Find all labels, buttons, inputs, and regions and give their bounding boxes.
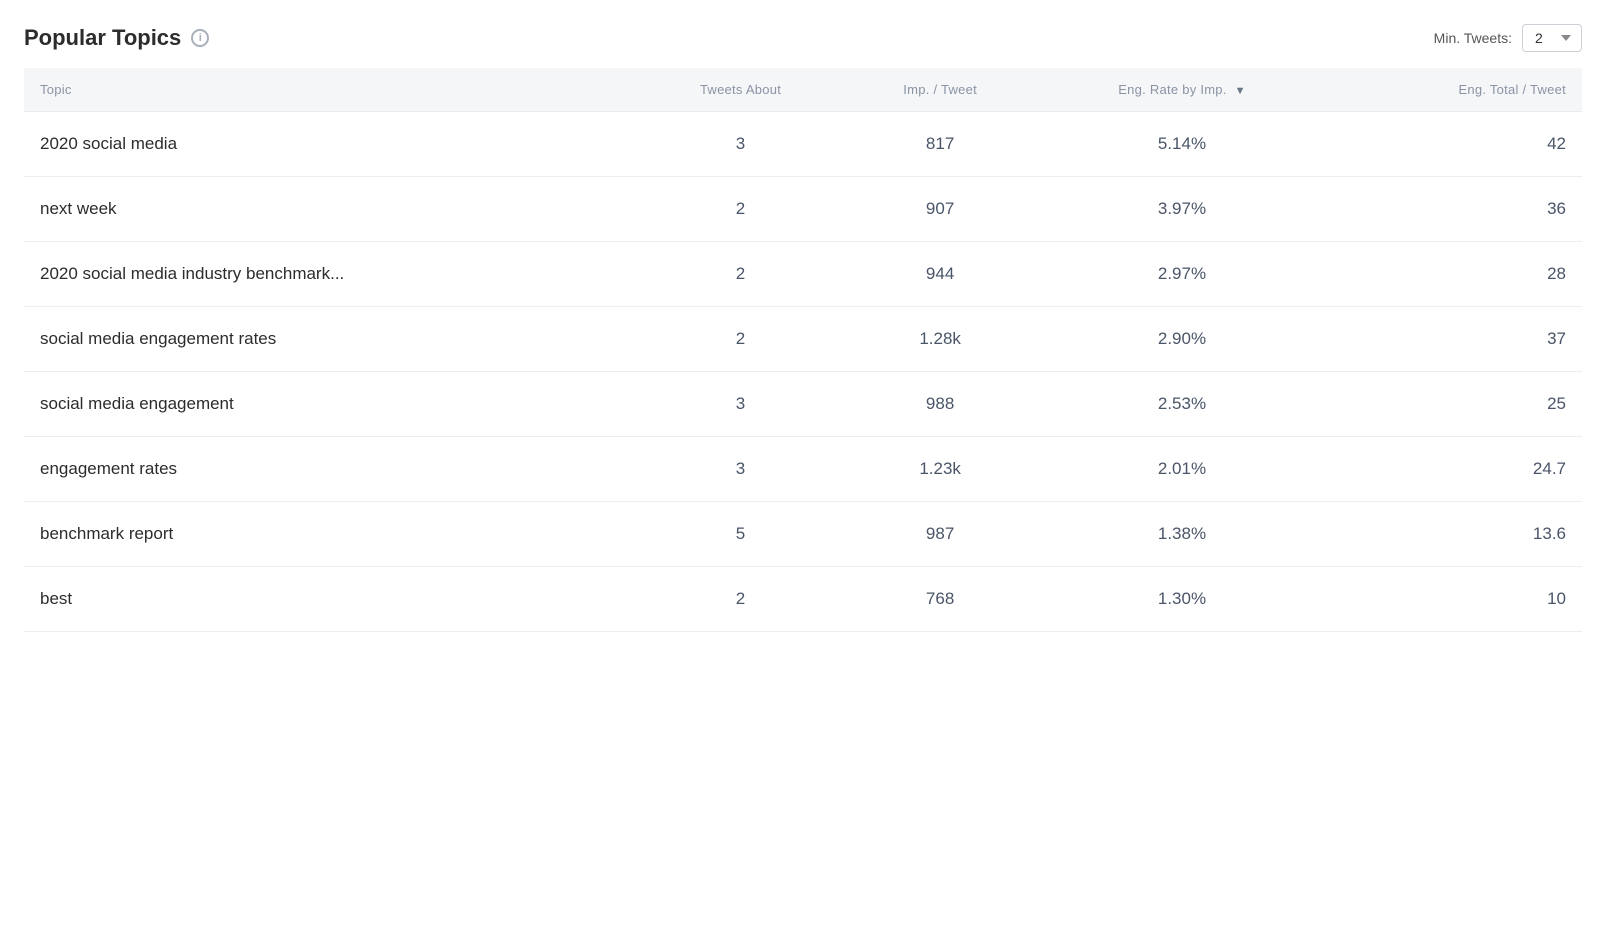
table-row: engagement rates31.23k2.01%24.7 <box>24 437 1582 502</box>
cell-topic: 2020 social media industry benchmark... <box>24 242 637 307</box>
cell-imp-per-tweet: 987 <box>844 502 1037 567</box>
table-row: 2020 social media industry benchmark...2… <box>24 242 1582 307</box>
cell-imp-per-tweet: 1.28k <box>844 307 1037 372</box>
table-wrapper: Topic Tweets About Imp. / Tweet Eng. Rat… <box>24 68 1582 632</box>
cell-imp-per-tweet: 817 <box>844 112 1037 177</box>
cell-eng-total: 10 <box>1327 567 1582 632</box>
cell-topic: engagement rates <box>24 437 637 502</box>
table-header: Topic Tweets About Imp. / Tweet Eng. Rat… <box>24 68 1582 112</box>
cell-tweets-about: 2 <box>637 177 843 242</box>
col-header-eng-rate[interactable]: Eng. Rate by Imp. ▼ <box>1037 68 1328 112</box>
cell-tweets-about: 2 <box>637 307 843 372</box>
cell-eng-rate: 2.90% <box>1037 307 1328 372</box>
col-header-eng-total: Eng. Total / Tweet <box>1327 68 1582 112</box>
cell-eng-total: 36 <box>1327 177 1582 242</box>
cell-topic: next week <box>24 177 637 242</box>
cell-imp-per-tweet: 1.23k <box>844 437 1037 502</box>
cell-eng-rate: 1.38% <box>1037 502 1328 567</box>
col-header-imp-per-tweet: Imp. / Tweet <box>844 68 1037 112</box>
info-icon[interactable]: i <box>191 29 209 47</box>
cell-imp-per-tweet: 988 <box>844 372 1037 437</box>
cell-eng-rate: 5.14% <box>1037 112 1328 177</box>
popular-topics-widget: Popular Topics i Min. Tweets: 2 3 4 5 10… <box>0 0 1606 932</box>
min-tweets-control: Min. Tweets: 2 3 4 5 10 <box>1434 24 1582 52</box>
cell-tweets-about: 5 <box>637 502 843 567</box>
cell-eng-rate: 2.01% <box>1037 437 1328 502</box>
cell-eng-rate: 2.53% <box>1037 372 1328 437</box>
cell-eng-total: 42 <box>1327 112 1582 177</box>
cell-topic: benchmark report <box>24 502 637 567</box>
table-row: 2020 social media38175.14%42 <box>24 112 1582 177</box>
cell-tweets-about: 3 <box>637 372 843 437</box>
table-row: best27681.30%10 <box>24 567 1582 632</box>
min-tweets-label: Min. Tweets: <box>1434 30 1512 46</box>
cell-eng-rate: 2.97% <box>1037 242 1328 307</box>
cell-imp-per-tweet: 944 <box>844 242 1037 307</box>
table-row: social media engagement rates21.28k2.90%… <box>24 307 1582 372</box>
widget-header: Popular Topics i Min. Tweets: 2 3 4 5 10 <box>24 24 1582 52</box>
cell-imp-per-tweet: 907 <box>844 177 1037 242</box>
table-body: 2020 social media38175.14%42next week290… <box>24 112 1582 632</box>
cell-tweets-about: 2 <box>637 567 843 632</box>
cell-topic: social media engagement <box>24 372 637 437</box>
cell-topic: best <box>24 567 637 632</box>
cell-eng-total: 28 <box>1327 242 1582 307</box>
cell-topic: social media engagement rates <box>24 307 637 372</box>
cell-eng-total: 37 <box>1327 307 1582 372</box>
cell-eng-total: 13.6 <box>1327 502 1582 567</box>
cell-eng-rate: 3.97% <box>1037 177 1328 242</box>
sort-arrow-icon: ▼ <box>1235 85 1246 97</box>
col-header-tweets-about: Tweets About <box>637 68 843 112</box>
cell-imp-per-tweet: 768 <box>844 567 1037 632</box>
widget-title: Popular Topics <box>24 25 181 51</box>
min-tweets-select[interactable]: 2 3 4 5 10 <box>1522 24 1582 52</box>
cell-eng-total: 24.7 <box>1327 437 1582 502</box>
col-header-topic: Topic <box>24 68 637 112</box>
cell-eng-total: 25 <box>1327 372 1582 437</box>
cell-topic: 2020 social media <box>24 112 637 177</box>
popular-topics-table: Topic Tweets About Imp. / Tweet Eng. Rat… <box>24 68 1582 632</box>
header-left: Popular Topics i <box>24 25 209 51</box>
cell-eng-rate: 1.30% <box>1037 567 1328 632</box>
table-row: social media engagement39882.53%25 <box>24 372 1582 437</box>
cell-tweets-about: 3 <box>637 437 843 502</box>
table-row: next week29073.97%36 <box>24 177 1582 242</box>
cell-tweets-about: 2 <box>637 242 843 307</box>
cell-tweets-about: 3 <box>637 112 843 177</box>
table-row: benchmark report59871.38%13.6 <box>24 502 1582 567</box>
header-row: Topic Tweets About Imp. / Tweet Eng. Rat… <box>24 68 1582 112</box>
